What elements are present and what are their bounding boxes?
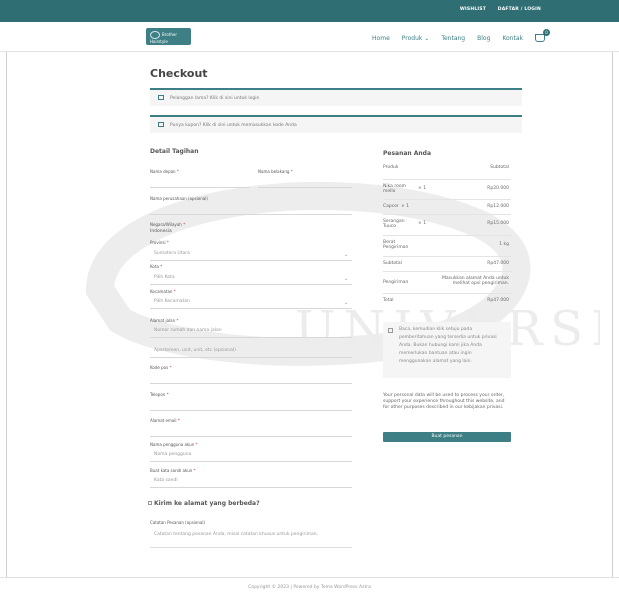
place-order-button[interactable]: Buat pesanan: [383, 432, 511, 442]
nav-tentang[interactable]: Tentang: [441, 35, 465, 42]
city-label: Kota *: [150, 264, 163, 269]
phone-field[interactable]: [150, 397, 352, 411]
top-bar: WISHLIST DAFTAR / LOGIN: [0, 0, 619, 22]
password-field[interactable]: Kata sandi: [150, 474, 352, 488]
logo-icon: [150, 31, 160, 39]
postcode-field[interactable]: [150, 370, 352, 384]
wishlist-link[interactable]: WISHLIST: [460, 7, 486, 12]
window-icon: [158, 95, 164, 100]
table-header-row: Produk Subtotal: [383, 165, 511, 180]
table-row: Subtotal Rp47.000: [383, 257, 511, 272]
district-select[interactable]: Pilih Kecamatan: [150, 295, 352, 309]
chevron-down-icon: ⌄: [344, 300, 349, 306]
cart-icon[interactable]: 0: [535, 29, 550, 42]
country-label: Negara/Wilayah *: [150, 222, 186, 227]
ship-different-checkbox[interactable]: Kirim ke alamat yang berbeda?: [148, 500, 260, 507]
table-row: Total Rp47.000: [383, 298, 509, 303]
checkbox-icon[interactable]: [388, 328, 393, 333]
province-select[interactable]: Sumatera Utara: [150, 247, 352, 261]
email-field[interactable]: [150, 423, 352, 437]
footer-text: Copyright © 2023 | Powered by Tema WordP…: [248, 585, 371, 590]
country-value: Indonesia: [150, 229, 172, 234]
site-header: Brother Hairstyle Home Produk ⌄ Tentang …: [0, 22, 619, 52]
chevron-down-icon: ⌄: [424, 34, 430, 42]
table-row: Berat Pengiriman 1 kg: [383, 236, 511, 257]
billing-heading: Detail Tagihan: [150, 148, 199, 155]
order-table: Produk Subtotal Nika room mello × 1 Rp20…: [383, 165, 511, 309]
col-subtotal: Subtotal: [490, 165, 509, 170]
main-nav: Home Produk ⌄ Tentang Blog Kontak 0: [372, 29, 550, 42]
table-row: Nika room mello × 1 Rp20.000: [383, 180, 511, 200]
login-link[interactable]: DAFTAR / LOGIN: [498, 7, 541, 12]
nav-kontak[interactable]: Kontak: [502, 35, 523, 42]
address-label: Alamat jalan *: [150, 318, 179, 323]
address-field[interactable]: Nomor rumah dan nama jalan: [150, 324, 352, 338]
coupon-notice[interactable]: Punya kupon? Klik di sini untuk memasukk…: [150, 115, 522, 133]
first-name-field[interactable]: [150, 174, 250, 188]
district-label: Kecamatan *: [150, 289, 176, 294]
order-notes-label: Catatan Pesanan (opsional): [150, 520, 205, 525]
page-frame-left: [6, 52, 7, 577]
login-notice[interactable]: Pelanggan lama? Klik di sini untuk login: [150, 88, 522, 106]
username-field[interactable]: Nama pengguna: [150, 448, 352, 462]
col-product: Produk: [383, 165, 399, 170]
page-title: Checkout: [150, 67, 208, 80]
page-frame-right: [612, 52, 613, 577]
company-field[interactable]: [150, 201, 352, 215]
address2-field[interactable]: Apartemen, unit, unit, etc (opsional): [150, 344, 352, 358]
nav-blog[interactable]: Blog: [477, 35, 490, 42]
province-label: Provinsi *: [150, 240, 169, 245]
nav-produk[interactable]: Produk ⌄: [402, 35, 430, 42]
last-name-field[interactable]: [258, 174, 352, 188]
chevron-down-icon: ⌄: [344, 276, 349, 282]
city-select[interactable]: Pilih Kota: [150, 271, 352, 285]
checkbox-icon: [148, 501, 152, 505]
privacy-checkbox-box[interactable]: Baca, kemudian klik setuju pada pemberit…: [383, 322, 511, 378]
privacy-notice: Your personal data will be used to proce…: [383, 393, 505, 410]
table-row: Capcer × 1 Rp12.000: [383, 200, 511, 215]
order-heading: Pesanan Anda: [383, 150, 432, 157]
window-icon: [158, 122, 164, 127]
table-row: Pengiriman Masukkan alamat Anda untuk me…: [383, 272, 511, 294]
order-notes-field[interactable]: Catatan tentang pesanan Anda, misal cata…: [150, 528, 352, 548]
nav-home[interactable]: Home: [372, 35, 390, 42]
site-logo[interactable]: Brother Hairstyle: [146, 28, 191, 45]
username-label: Nama pengguna akun *: [150, 442, 198, 447]
cart-count-badge: 0: [543, 29, 550, 36]
footer: Copyright © 2023 | Powered by Tema WordP…: [0, 577, 619, 592]
table-row: Serangan Tuuco × 1 Rp15.000: [383, 215, 511, 236]
chevron-down-icon: ⌄: [344, 252, 349, 258]
password-label: Buat kata sandi akun *: [150, 468, 196, 473]
